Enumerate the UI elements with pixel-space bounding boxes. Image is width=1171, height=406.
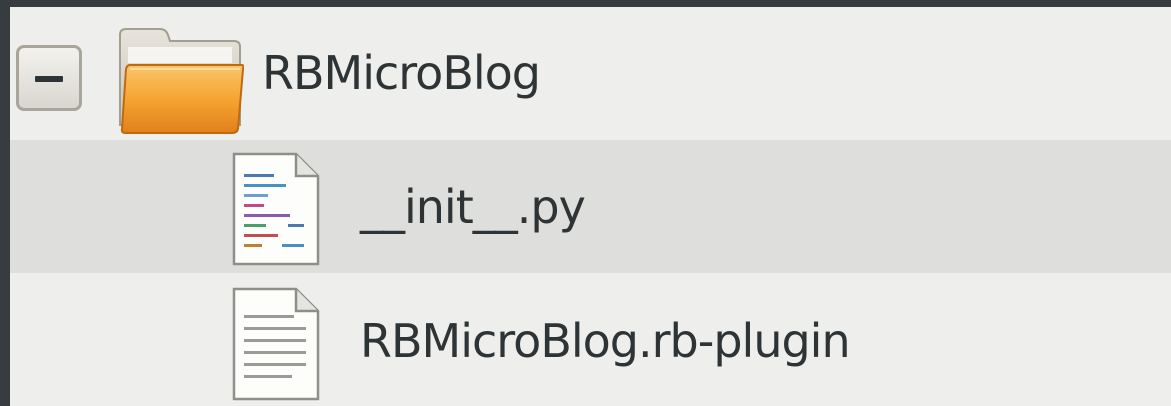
tree-row-folder[interactable]: RBMicroBlog	[10, 7, 1171, 140]
collapse-toggle-button[interactable]	[16, 45, 82, 111]
file-tree: RBMicroBlog __init__.py RBMicroBlog.rb-p…	[10, 7, 1171, 406]
file-name: RBMicroBlog.rb-plugin	[360, 314, 851, 368]
file-name: __init__.py	[360, 180, 586, 234]
python-file-icon	[232, 152, 320, 266]
tree-row-file[interactable]: RBMicroBlog.rb-plugin	[10, 273, 1171, 406]
folder-icon	[119, 28, 244, 134]
folder-name: RBMicroBlog	[262, 46, 541, 100]
text-file-icon	[232, 287, 320, 401]
tree-row-file[interactable]: __init__.py	[10, 140, 1171, 273]
